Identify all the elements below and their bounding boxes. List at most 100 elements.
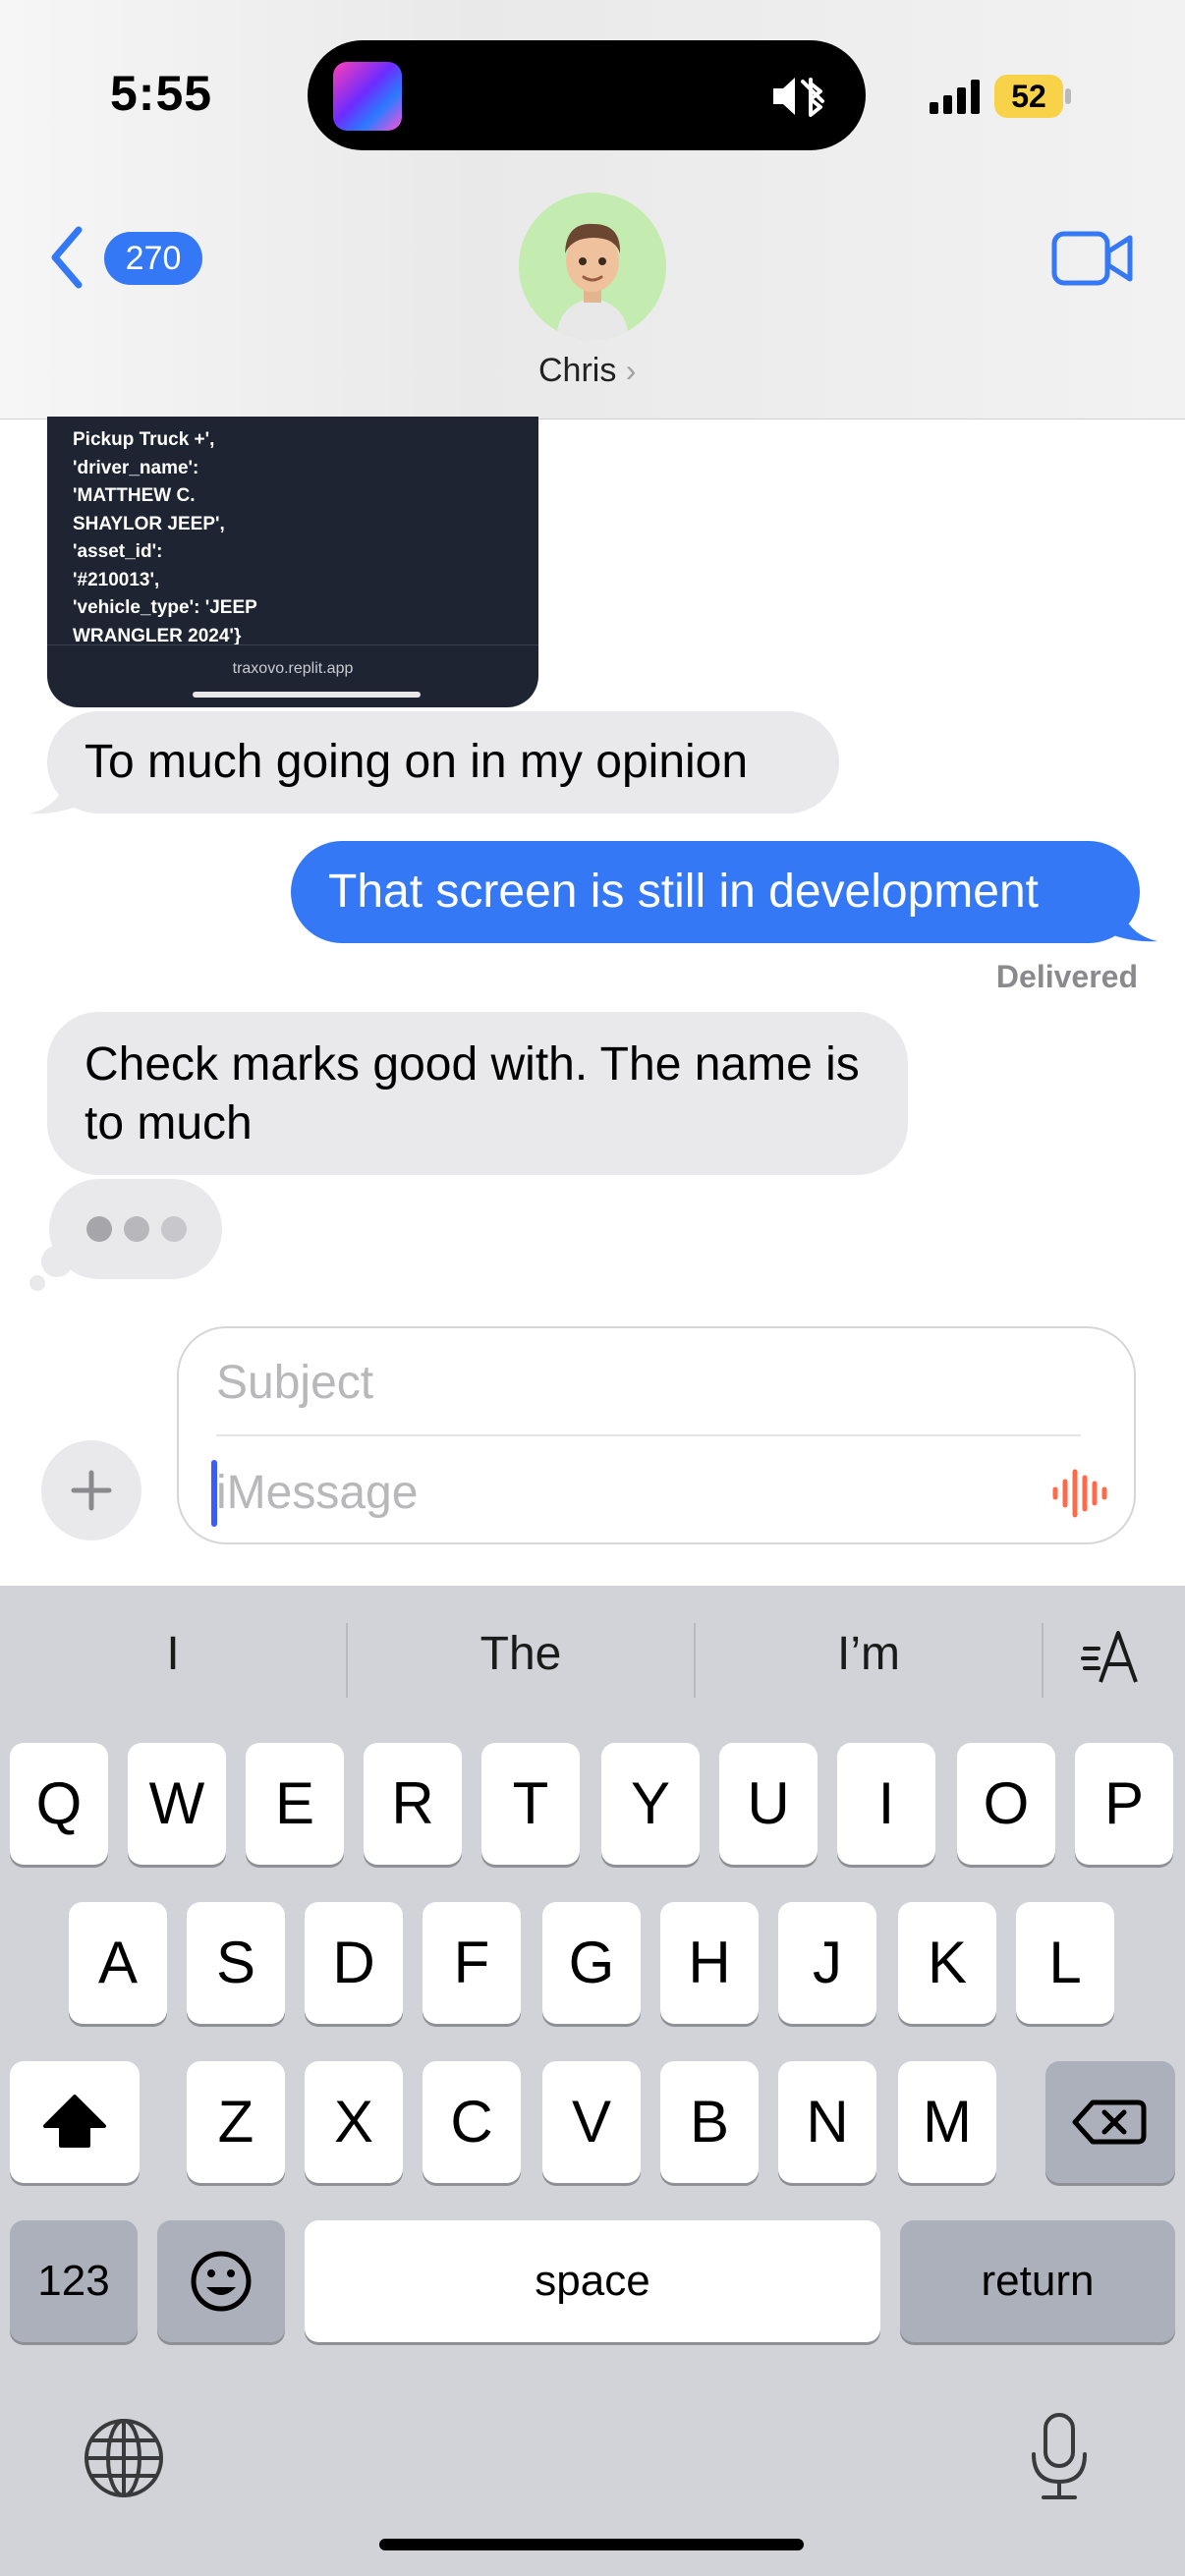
live-activity-app-icon[interactable] (333, 62, 402, 131)
battery-icon: 52 (994, 75, 1073, 118)
contact-name: Chris (538, 352, 617, 389)
attachment-home-indicator (193, 692, 421, 698)
key-label: Z (217, 2089, 254, 2155)
key-s[interactable]: S (187, 1902, 285, 2024)
message-composer[interactable]: Subject iMessage (177, 1326, 1136, 1544)
key-label: return (981, 2257, 1095, 2305)
video-camera-icon[interactable] (1051, 228, 1134, 289)
battery-nub (1065, 88, 1071, 104)
key-label: W (148, 1770, 205, 1836)
key-b[interactable]: B (660, 2061, 759, 2183)
key-f[interactable]: F (423, 1902, 521, 2024)
key-o[interactable]: O (957, 1743, 1055, 1865)
contact-name-button[interactable]: Chris › (538, 352, 636, 390)
subject-input[interactable]: Subject (216, 1356, 373, 1410)
link-preview-attachment[interactable]: Pickup Truck +', 'driver_name': 'MATTHEW… (47, 417, 538, 707)
chevron-left-icon (51, 226, 83, 289)
suggestion-item[interactable]: I (0, 1627, 346, 1681)
key-label: I (877, 1770, 895, 1836)
key-label: 123 (37, 2257, 110, 2305)
chevron-right-icon: › (625, 353, 637, 388)
back-button[interactable]: 270 (41, 218, 208, 297)
key-w[interactable]: W (128, 1743, 226, 1865)
globe-icon[interactable] (83, 2417, 165, 2499)
key-q[interactable]: Q (10, 1743, 108, 1865)
key-n[interactable]: N (778, 2061, 876, 2183)
plus-icon (71, 1470, 112, 1511)
key-label: space (535, 2257, 650, 2305)
incoming-message[interactable]: Check marks good with. The name is to mu… (47, 1012, 908, 1175)
key-c[interactable]: C (423, 2061, 521, 2183)
key-label: H (688, 1930, 731, 1995)
incoming-message[interactable]: To much going on in my opinion (47, 711, 839, 813)
return-key[interactable]: return (900, 2220, 1175, 2342)
key-label: C (450, 2089, 493, 2155)
composer-divider (216, 1434, 1081, 1436)
key-label: P (1103, 1770, 1145, 1836)
emoji-icon (191, 2251, 252, 2312)
key-e[interactable]: E (246, 1743, 344, 1865)
key-k[interactable]: K (898, 1902, 996, 2024)
attachment-text: Pickup Truck +', 'driver_name': 'MATTHEW… (73, 429, 257, 646)
key-y[interactable]: Y (601, 1743, 700, 1865)
suggestion-item[interactable]: The (348, 1627, 694, 1681)
add-attachment-button[interactable] (41, 1440, 141, 1540)
unread-count-badge: 270 (104, 232, 202, 285)
text-format-icon[interactable] (1081, 1627, 1144, 1686)
key-label: V (571, 2089, 612, 2155)
key-m[interactable]: M (898, 2061, 996, 2183)
delete-icon (1072, 2100, 1147, 2145)
numbers-key[interactable]: 123 (10, 2220, 138, 2342)
key-t[interactable]: T (481, 1743, 580, 1865)
key-p[interactable]: P (1075, 1743, 1173, 1865)
keyboard: I The I’m Q W E R T Y U I O P A S D F G … (0, 1586, 1185, 2576)
key-label: U (747, 1770, 790, 1836)
key-label: Y (630, 1770, 671, 1836)
key-g[interactable]: G (542, 1902, 641, 2024)
key-label: D (332, 1930, 375, 1995)
home-indicator[interactable] (379, 2539, 804, 2550)
key-r[interactable]: R (364, 1743, 462, 1865)
key-label: B (689, 2089, 730, 2155)
space-key[interactable]: space (305, 2220, 880, 2342)
typing-indicator-tail (29, 1275, 45, 1291)
key-a[interactable]: A (69, 1902, 167, 2024)
mute-icon (773, 78, 824, 117)
emoji-key[interactable] (157, 2220, 285, 2342)
key-label: S (215, 1930, 256, 1995)
key-label: K (927, 1930, 968, 1995)
key-j[interactable]: J (778, 1902, 876, 2024)
shift-key[interactable] (10, 2061, 140, 2183)
key-x[interactable]: X (305, 2061, 403, 2183)
conversation-header: 5:55 52 270 Chris › (0, 0, 1185, 420)
dynamic-island[interactable] (308, 40, 866, 150)
shift-icon (43, 2095, 106, 2148)
key-label: Q (35, 1770, 83, 1836)
delivery-status: Delivered (995, 959, 1138, 994)
microphone-icon[interactable] (1026, 2411, 1093, 2503)
key-d[interactable]: D (305, 1902, 403, 2024)
key-l[interactable]: L (1016, 1902, 1114, 2024)
signal-icon (930, 80, 980, 114)
key-h[interactable]: H (660, 1902, 759, 2024)
outgoing-message[interactable]: That screen is still in development (291, 841, 1140, 943)
suggestion-item[interactable]: I’m (696, 1627, 1042, 1681)
key-i[interactable]: I (837, 1743, 935, 1865)
suggestion-divider (1042, 1623, 1044, 1698)
typing-dot (86, 1216, 112, 1242)
key-label: J (813, 1930, 842, 1995)
message-input[interactable]: iMessage (216, 1466, 418, 1520)
memoji-avatar-icon (519, 193, 666, 340)
key-label: N (806, 2089, 849, 2155)
delete-key[interactable] (1045, 2061, 1175, 2183)
key-z[interactable]: Z (187, 2061, 285, 2183)
key-label: M (923, 2089, 972, 2155)
key-v[interactable]: V (542, 2061, 641, 2183)
key-label: A (97, 1930, 139, 1995)
key-u[interactable]: U (719, 1743, 818, 1865)
battery-level: 52 (994, 75, 1063, 118)
key-label: E (274, 1770, 315, 1836)
audio-wave-icon[interactable] (1049, 1462, 1112, 1525)
contact-avatar[interactable] (519, 193, 666, 340)
status-time: 5:55 (110, 66, 213, 121)
